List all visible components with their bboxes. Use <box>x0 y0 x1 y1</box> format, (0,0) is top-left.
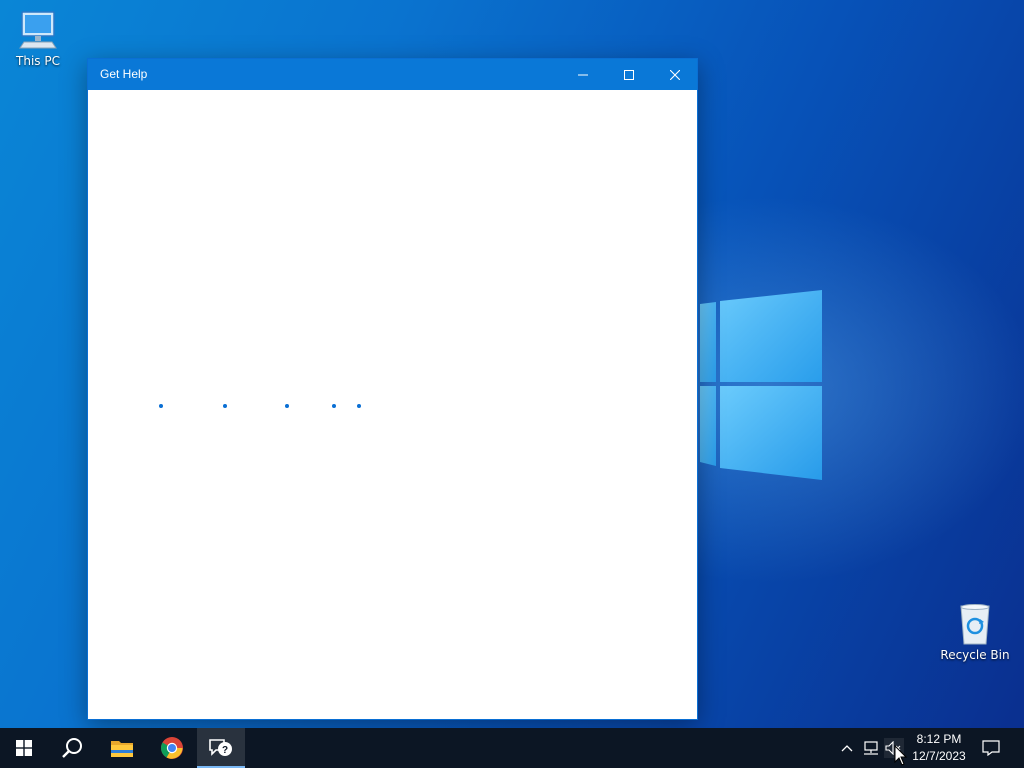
network-icon <box>864 741 878 755</box>
loading-dot <box>285 404 289 408</box>
desktop-icon-recycle-bin[interactable]: Recycle Bin <box>937 602 1013 662</box>
maximize-button[interactable] <box>606 59 652 90</box>
window-content <box>88 90 697 719</box>
svg-text:?: ? <box>222 745 228 756</box>
get-help-window: Get Help <box>87 58 698 720</box>
folder-icon <box>111 741 133 757</box>
start-button[interactable] <box>0 728 48 768</box>
close-button[interactable] <box>652 59 698 90</box>
minimize-icon <box>578 74 588 75</box>
taskbar-chrome[interactable] <box>148 728 196 768</box>
mouse-cursor-icon <box>894 745 908 766</box>
loading-dot <box>357 404 361 408</box>
close-icon <box>670 69 680 80</box>
search-button[interactable] <box>48 728 96 768</box>
taskbar-file-explorer[interactable] <box>98 728 146 768</box>
taskbar-get-help[interactable]: ? <box>197 728 245 768</box>
clock-time: 8:12 PM <box>916 732 962 746</box>
taskbar-clock[interactable]: 8:12 PM 12/7/2023 <box>906 728 972 768</box>
minimize-button[interactable] <box>560 59 606 90</box>
tray-overflow-button[interactable] <box>837 738 857 758</box>
get-help-icon: ? <box>209 739 232 756</box>
loading-dot <box>332 404 336 408</box>
desktop: This PC Recycle Bin Get Help <box>0 0 1024 728</box>
action-center-icon <box>982 740 1000 756</box>
loading-dot <box>223 404 227 408</box>
chevron-up-icon <box>841 745 853 752</box>
desktop-icon-this-pc[interactable]: This PC <box>0 8 76 68</box>
recycle-bin-icon <box>960 604 990 645</box>
clock-date: 12/7/2023 <box>912 749 966 763</box>
wallpaper-windows-logo <box>700 290 822 480</box>
desktop-icon-label: Recycle Bin <box>940 648 1010 662</box>
tray-network[interactable] <box>861 738 881 758</box>
desktop-icon-label: This PC <box>16 54 60 68</box>
search-icon <box>62 738 82 758</box>
windows-logo-icon <box>16 740 32 756</box>
chrome-icon <box>161 737 183 759</box>
maximize-icon <box>624 69 634 80</box>
action-center-button[interactable] <box>981 738 1001 758</box>
window-titlebar[interactable]: Get Help <box>88 59 697 90</box>
loading-dot <box>159 404 163 408</box>
this-pc-icon <box>19 11 57 49</box>
window-title: Get Help <box>100 67 148 81</box>
taskbar: ? 8:12 PM 12/7/2023 <box>0 728 1024 768</box>
